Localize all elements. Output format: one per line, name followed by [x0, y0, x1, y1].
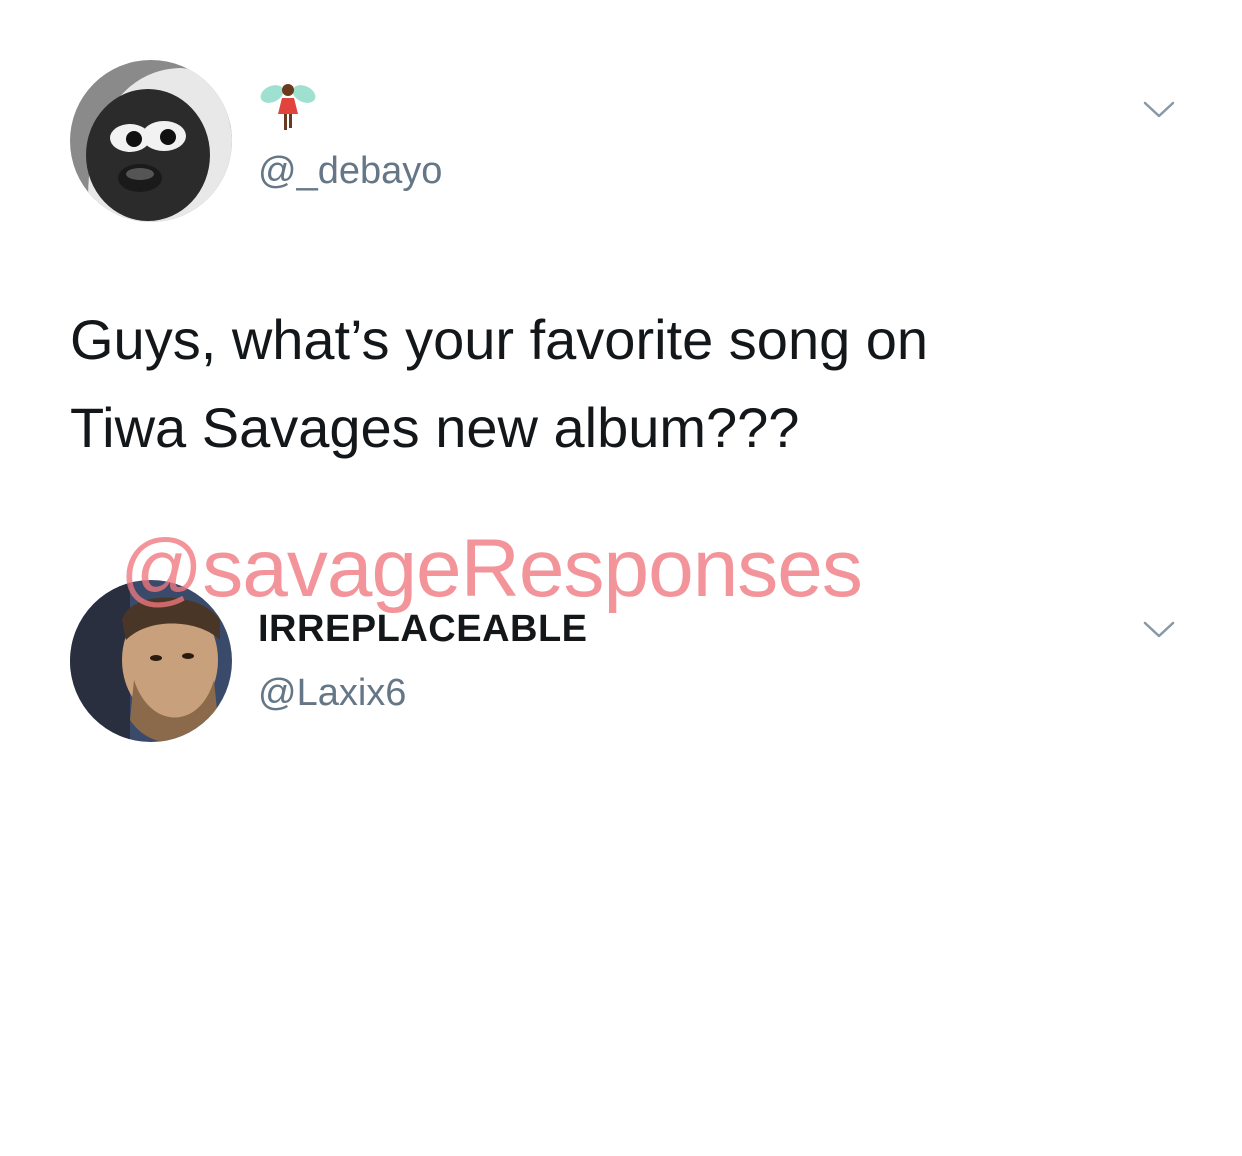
- tweet-text: Guys, what’s your favorite song on Tiwa …: [70, 308, 929, 459]
- avatar-image: [70, 60, 232, 222]
- reply-author-name[interactable]: IRREPLACEABLE: [258, 608, 588, 651]
- watermark: @savageResponses: [120, 523, 863, 614]
- avatar-image: [70, 580, 232, 742]
- chevron-down-icon[interactable]: [1142, 100, 1176, 120]
- author-handle[interactable]: @_debayo: [258, 150, 442, 193]
- avatar[interactable]: [70, 60, 232, 222]
- reply-author-handle[interactable]: @Laxix6: [258, 672, 406, 715]
- chevron-down-icon[interactable]: [1142, 620, 1176, 640]
- avatar[interactable]: [70, 580, 232, 742]
- fairy-emoji-icon: [258, 78, 318, 136]
